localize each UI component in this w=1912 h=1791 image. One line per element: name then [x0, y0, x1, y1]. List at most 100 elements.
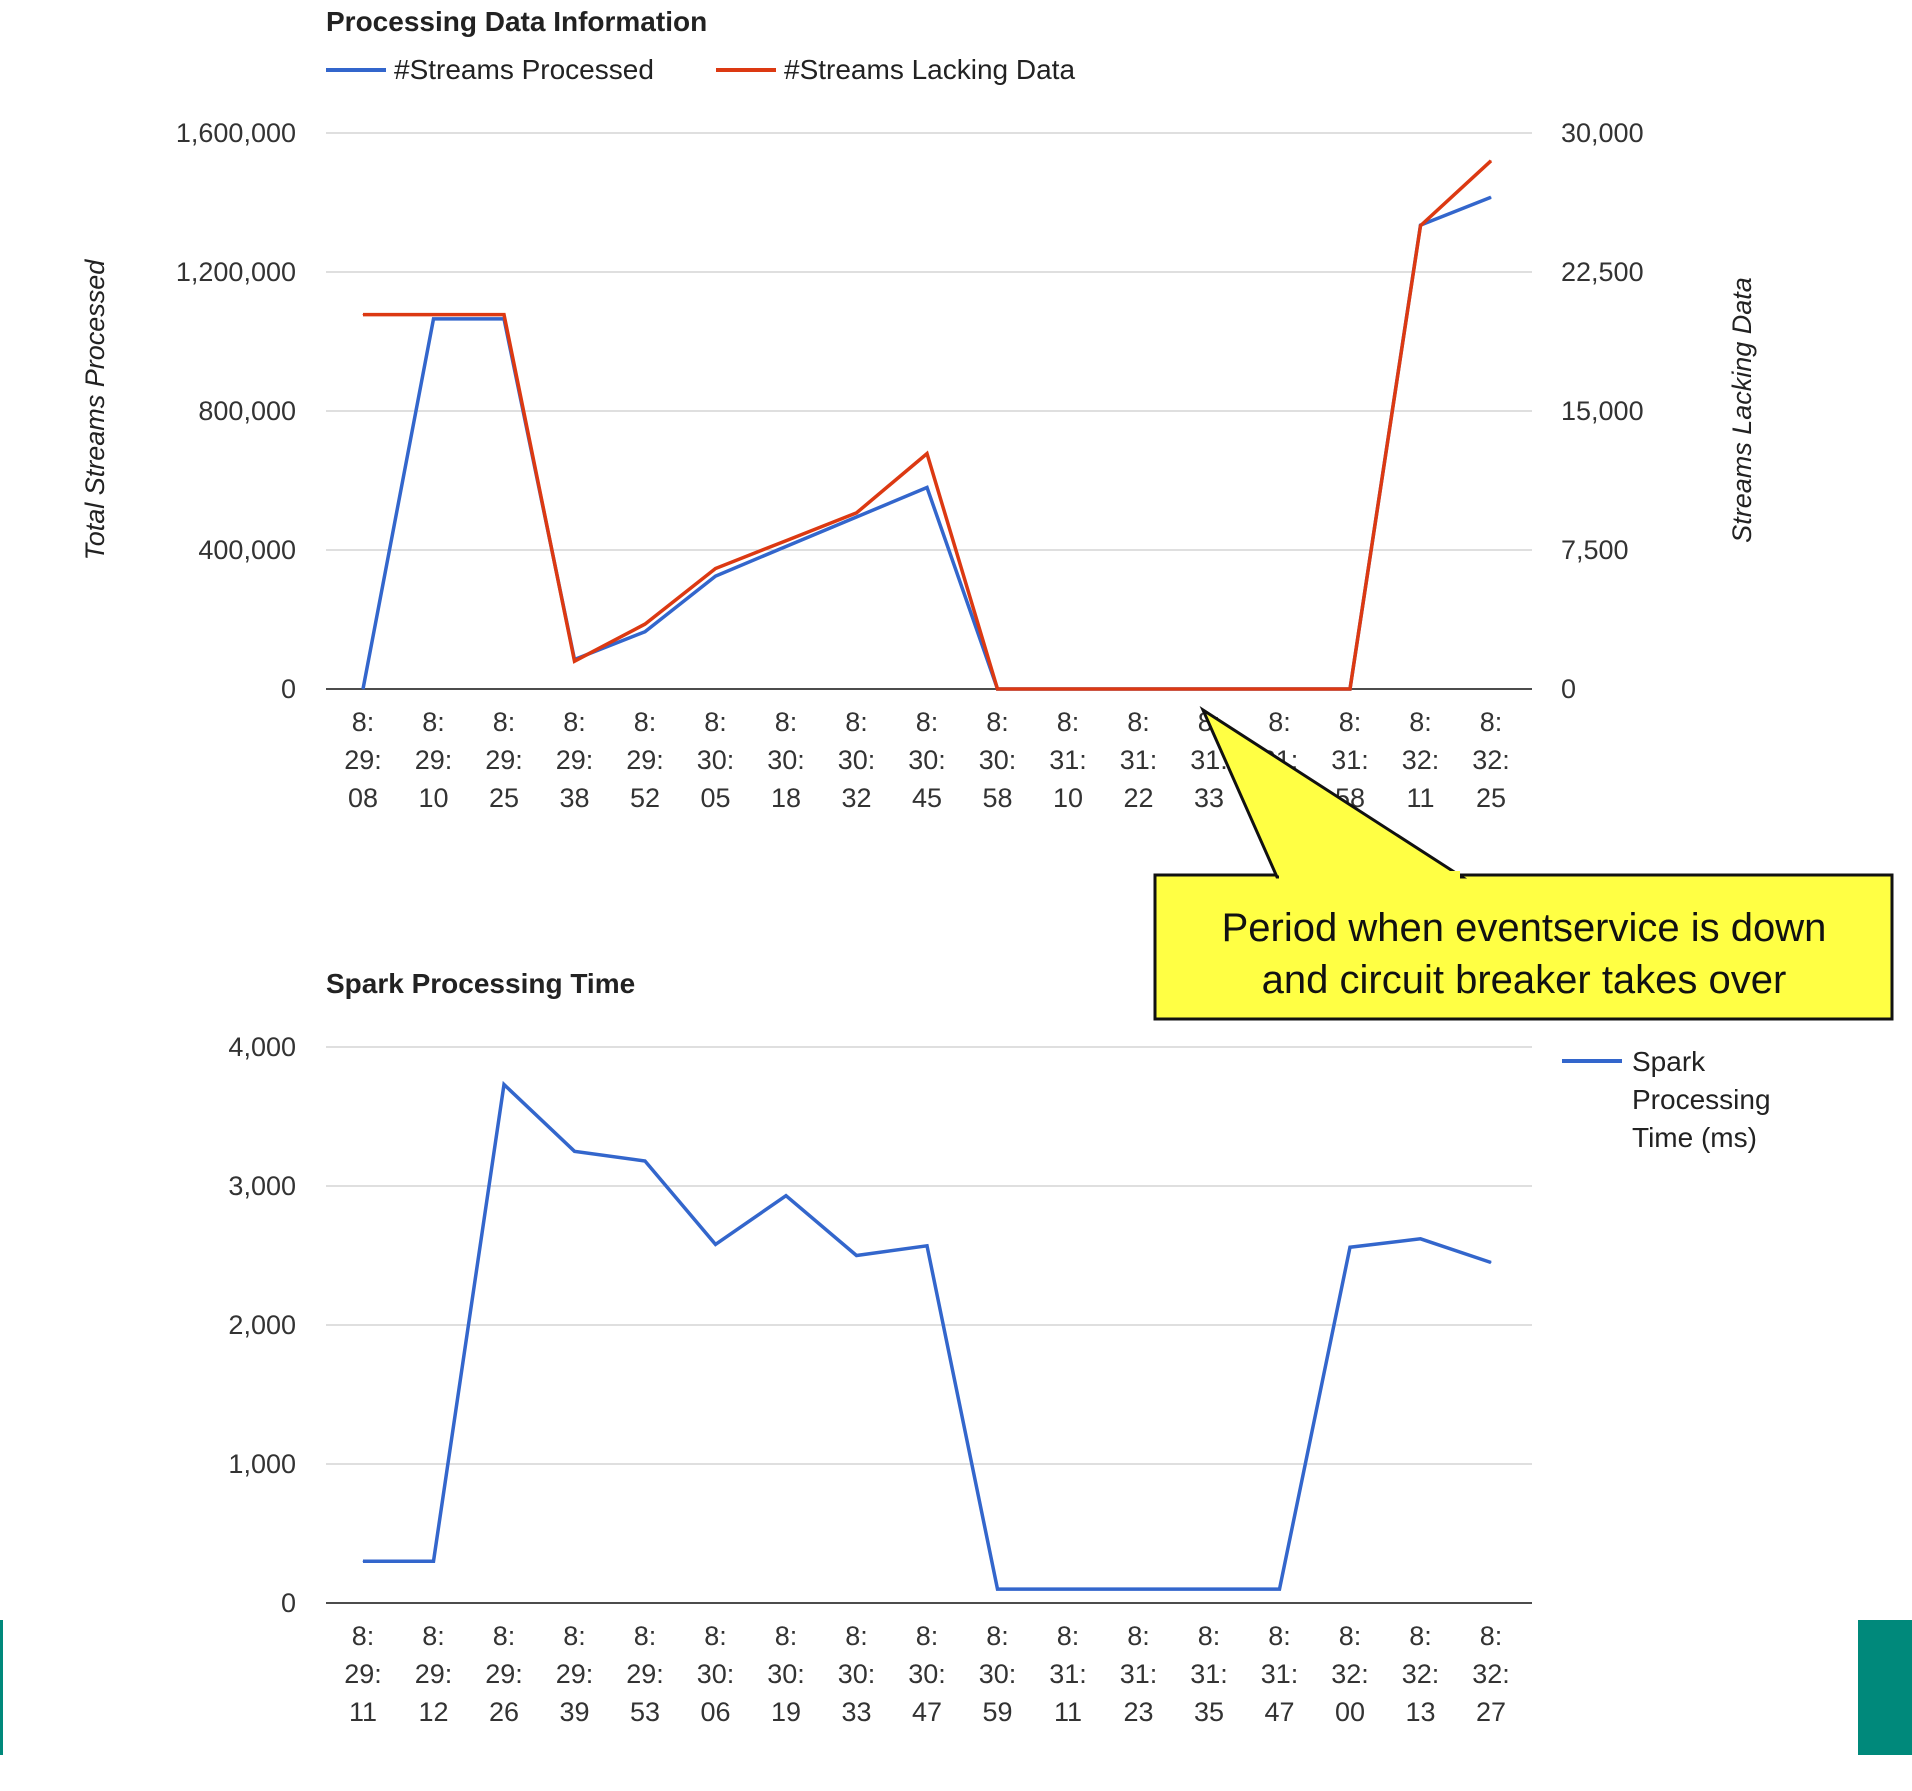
data-point-streams-lacking-data [1208, 688, 1210, 690]
x-tick-label: 23 [1123, 1697, 1153, 1727]
data-point-streams-lacking-data [362, 314, 364, 316]
gridlines [326, 1046, 1532, 1604]
x-tick-label: 45 [912, 783, 942, 813]
x-tick-label: 31: [1331, 745, 1369, 775]
callout-line-2: and circuit breaker takes over [1262, 958, 1787, 1002]
data-point-streams-lacking-data [715, 568, 716, 570]
data-point-spark-processing-time-ms [926, 1245, 928, 1247]
legend-label-line-1: Spark [1632, 1046, 1706, 1077]
x-tick-label: 30: [908, 1659, 946, 1689]
data-point-spark-processing-time-ms [856, 1255, 857, 1256]
x-tick-label: 32: [1331, 1659, 1369, 1689]
y-tick-label: 4,000 [228, 1032, 296, 1062]
x-tick-label: 30: [767, 745, 805, 775]
data-point-streams-lacking-data [785, 540, 787, 542]
data-point-streams-lacking-data [856, 512, 857, 514]
data-point-spark-processing-time-ms [1349, 1246, 1351, 1248]
x-tick-label: 29: [626, 745, 664, 775]
y-axis-title: Total Streams Processed [80, 259, 110, 561]
x-tick-label: 32: [1402, 1659, 1440, 1689]
x-tick-label: 29: [556, 745, 594, 775]
x-tick-label: 8: [563, 707, 586, 737]
x-tick-label: 30: [697, 745, 735, 775]
x-tick-label: 8: [1409, 707, 1432, 737]
processing-data-chart: Processing Data Information #Streams Pro… [80, 6, 1757, 813]
x-tick-label: 8: [775, 707, 798, 737]
data-point-streams-processed [926, 486, 928, 488]
data-point-streams-processed [785, 546, 787, 548]
x-tick-label: 12 [418, 1697, 448, 1727]
legend-label-line-2: Processing [1632, 1084, 1771, 1115]
x-tick-label: 8: [916, 1621, 939, 1651]
x-tick-label: 8: [1339, 707, 1362, 737]
x-tick-label: 19 [771, 1697, 801, 1727]
charts-svg: Processing Data Information #Streams Pro… [0, 6, 1912, 1755]
x-tick-label: 00 [1335, 1697, 1365, 1727]
data-point-streams-lacking-data [1420, 225, 1421, 227]
x-tick-label: 32 [841, 783, 871, 813]
x-tick-label: 8: [845, 707, 868, 737]
x-tick-label: 8: [704, 1621, 727, 1651]
x-tick-label: 47 [912, 1697, 942, 1727]
data-point-spark-processing-time-ms [574, 1150, 575, 1152]
data-point-streams-lacking-data [1349, 688, 1351, 690]
x-tick-label: 53 [630, 1697, 660, 1727]
x-tick-label: 30: [838, 1659, 876, 1689]
y-right-tick-label: 15,000 [1561, 396, 1644, 426]
y-tick-label: 1,000 [228, 1449, 296, 1479]
x-tick-label: 8: [1057, 707, 1080, 737]
data-point-streams-processed [644, 631, 646, 633]
spark-processing-time-chart: Spark Processing Time 0 1,000 2,000 3,000 4,… [228, 968, 1770, 1727]
x-tick-label: 31: [1049, 745, 1087, 775]
data-point-streams-processed [1490, 196, 1492, 198]
data-point-streams-lacking-data [1279, 688, 1280, 690]
x-tick-label: 8: [986, 1621, 1009, 1651]
x-tick-label: 8: [1409, 1621, 1432, 1651]
x-tick-label: 8: [1480, 1621, 1503, 1651]
x-tick-label: 29: [344, 745, 382, 775]
x-tick-label: 31: [1049, 1659, 1087, 1689]
legend: Spark Processing Time (ms) [1562, 1046, 1771, 1153]
x-tick-label: 30: [767, 1659, 805, 1689]
series-lines [362, 1080, 1492, 1591]
data-point-spark-processing-time-ms [1067, 1588, 1069, 1590]
data-point-spark-processing-time-ms [1420, 1238, 1421, 1240]
x-tick-label: 8: [775, 1621, 798, 1651]
callout-seam [1279, 871, 1460, 880]
data-point-streams-lacking-data [1490, 160, 1492, 162]
y-axis-ticks: 0 400,000 800,000 1,200,000 1,600,000 [176, 118, 296, 704]
teal-accent-bar [1858, 1620, 1912, 1755]
y-tick-label: 2,000 [228, 1310, 296, 1340]
x-tick-label: 8: [634, 707, 657, 737]
x-tick-label: 11 [1054, 1697, 1082, 1727]
x-tick-label: 8: [916, 707, 939, 737]
x-tick-label: 8: [845, 1621, 868, 1651]
y-tick-label: 0 [281, 674, 296, 704]
x-tick-label: 06 [700, 1697, 730, 1727]
x-tick-label: 29: [415, 1659, 453, 1689]
data-point-spark-processing-time-ms [503, 1084, 505, 1086]
x-tick-label: 8: [352, 1621, 375, 1651]
y-right-tick-label: 30,000 [1561, 118, 1644, 148]
x-tick-label: 10 [1053, 783, 1083, 813]
y-axis-right-title: Streams Lacking Data [1727, 277, 1757, 543]
callout-line-1: Period when eventservice is down [1222, 906, 1827, 950]
x-tick-label: 31: [1120, 1659, 1158, 1689]
data-point-streams-processed [362, 688, 364, 690]
data-point-spark-processing-time-ms [1138, 1588, 1139, 1590]
x-tick-label: 47 [1264, 1697, 1294, 1727]
x-tick-label: 31: [1120, 745, 1158, 775]
x-tick-label: 30: [908, 745, 946, 775]
x-tick-label: 11 [1406, 783, 1434, 813]
x-tick-label: 8: [986, 707, 1009, 737]
data-point-spark-processing-time-ms [1208, 1588, 1210, 1590]
x-tick-label: 13 [1405, 1697, 1435, 1727]
x-tick-label: 29: [556, 1659, 594, 1689]
x-tick-label: 22 [1123, 783, 1153, 813]
data-point-spark-processing-time-ms [997, 1588, 998, 1590]
teal-edge-line [0, 1620, 3, 1755]
x-tick-label: 29: [485, 1659, 523, 1689]
y-axis-right-ticks: 0 7,500 15,000 22,500 30,000 [1561, 118, 1644, 704]
x-tick-label: 8: [1268, 707, 1291, 737]
chart-title: Processing Data Information [326, 6, 707, 37]
